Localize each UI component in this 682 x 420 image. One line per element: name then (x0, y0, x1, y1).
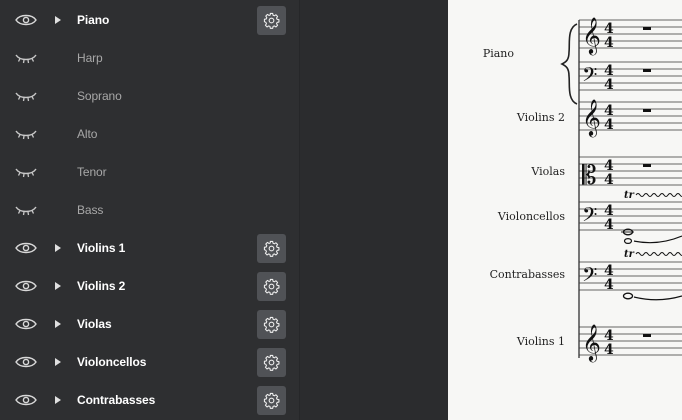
treble-clef: 𝄞 (582, 98, 601, 137)
instrument-row[interactable]: Contrabasses (0, 381, 299, 419)
svg-text:4: 4 (604, 342, 614, 358)
gear-icon (263, 392, 280, 409)
svg-text:4: 4 (604, 172, 614, 188)
eye-closed-icon[interactable] (14, 203, 38, 217)
tie (633, 235, 682, 244)
trill-mark: tr (624, 249, 635, 260)
eye-closed-icon[interactable] (14, 89, 38, 103)
settings-button[interactable] (257, 272, 286, 301)
eye-icon[interactable] (14, 241, 38, 255)
instrument-row[interactable]: Piano (0, 1, 299, 39)
instrument-row[interactable]: Violoncellos (0, 343, 299, 381)
svg-text:4: 4 (604, 77, 614, 93)
instrument-row[interactable]: Alto (0, 115, 299, 153)
instrument-row[interactable]: Harp (0, 39, 299, 77)
settings-button[interactable] (257, 348, 286, 377)
time-signatures: 44 44 44 44 44 44 44 (604, 21, 614, 358)
trill-line (635, 252, 682, 256)
svg-text:4: 4 (604, 35, 614, 51)
settings-button[interactable] (257, 310, 286, 339)
eye-icon[interactable] (14, 317, 38, 331)
instrument-row[interactable]: Bass (0, 191, 299, 229)
treble-clef: 𝄞 (582, 323, 601, 362)
instrument-name: Violoncellos (77, 355, 147, 369)
svg-text:4: 4 (604, 217, 614, 233)
gear-icon (263, 240, 280, 257)
expand-arrow-icon[interactable] (54, 281, 62, 291)
whole-rests (643, 27, 651, 337)
eye-icon[interactable] (14, 355, 38, 369)
instrument-name: Tenor (77, 165, 107, 179)
instrument-name: Violins 1 (77, 241, 126, 255)
instrument-name: Alto (77, 127, 98, 141)
score-background (300, 0, 448, 420)
instrument-name: Violas (77, 317, 112, 331)
expand-arrow-icon[interactable] (54, 395, 62, 405)
eye-closed-icon[interactable] (14, 51, 38, 65)
settings-button[interactable] (257, 234, 286, 263)
tie (633, 295, 682, 301)
svg-text:4: 4 (604, 117, 614, 133)
eye-closed-icon[interactable] (14, 127, 38, 141)
bass-clef: 𝄢 (582, 203, 597, 231)
whole-note (622, 292, 634, 300)
settings-button[interactable] (257, 6, 286, 35)
instrument-row[interactable]: Violas (0, 305, 299, 343)
instrument-row[interactable]: Violins 1 (0, 229, 299, 267)
piano-brace (560, 23, 578, 105)
eye-icon[interactable] (14, 279, 38, 293)
eye-closed-icon[interactable] (14, 165, 38, 179)
score-page[interactable]: Piano Violins 2 Violas Violoncellos Cont… (448, 0, 682, 420)
treble-clef: 𝄞 (582, 16, 601, 55)
gear-icon (263, 354, 280, 371)
instrument-name: Piano (77, 13, 110, 27)
instruments-panel: Piano Harp Soprano Alto Tenor Bass Violins 1 Vi… (0, 0, 299, 420)
gear-icon (263, 12, 280, 29)
expand-arrow-icon[interactable] (54, 319, 62, 329)
instrument-row[interactable]: Violins 2 (0, 267, 299, 305)
whole-note-ledger (621, 228, 634, 245)
gear-icon (263, 278, 280, 295)
bass-clef: 𝄢 (582, 263, 597, 291)
instrument-row[interactable]: Soprano (0, 77, 299, 115)
instrument-name: Bass (77, 203, 104, 217)
expand-arrow-icon[interactable] (54, 243, 62, 253)
instrument-name: Contrabasses (77, 393, 156, 407)
trill-mark: tr (624, 190, 635, 201)
score-notation: 𝄞 𝄢 𝄞 𝄡 𝄢 𝄢 𝄞 44 44 44 44 44 44 44 tr tr (560, 16, 682, 362)
bass-clef: 𝄢 (582, 63, 597, 91)
svg-text:4: 4 (604, 277, 614, 293)
alto-clef: 𝄡 (582, 161, 597, 191)
expand-arrow-icon[interactable] (54, 15, 62, 25)
instrument-name: Soprano (77, 89, 122, 103)
trill-line (635, 193, 682, 197)
eye-icon[interactable] (14, 393, 38, 407)
instrument-row[interactable]: Tenor (0, 153, 299, 191)
eye-icon[interactable] (14, 13, 38, 27)
expand-arrow-icon[interactable] (54, 357, 62, 367)
settings-button[interactable] (257, 386, 286, 415)
instrument-name: Harp (77, 51, 103, 65)
instrument-name: Violins 2 (77, 279, 126, 293)
gear-icon (263, 316, 280, 333)
